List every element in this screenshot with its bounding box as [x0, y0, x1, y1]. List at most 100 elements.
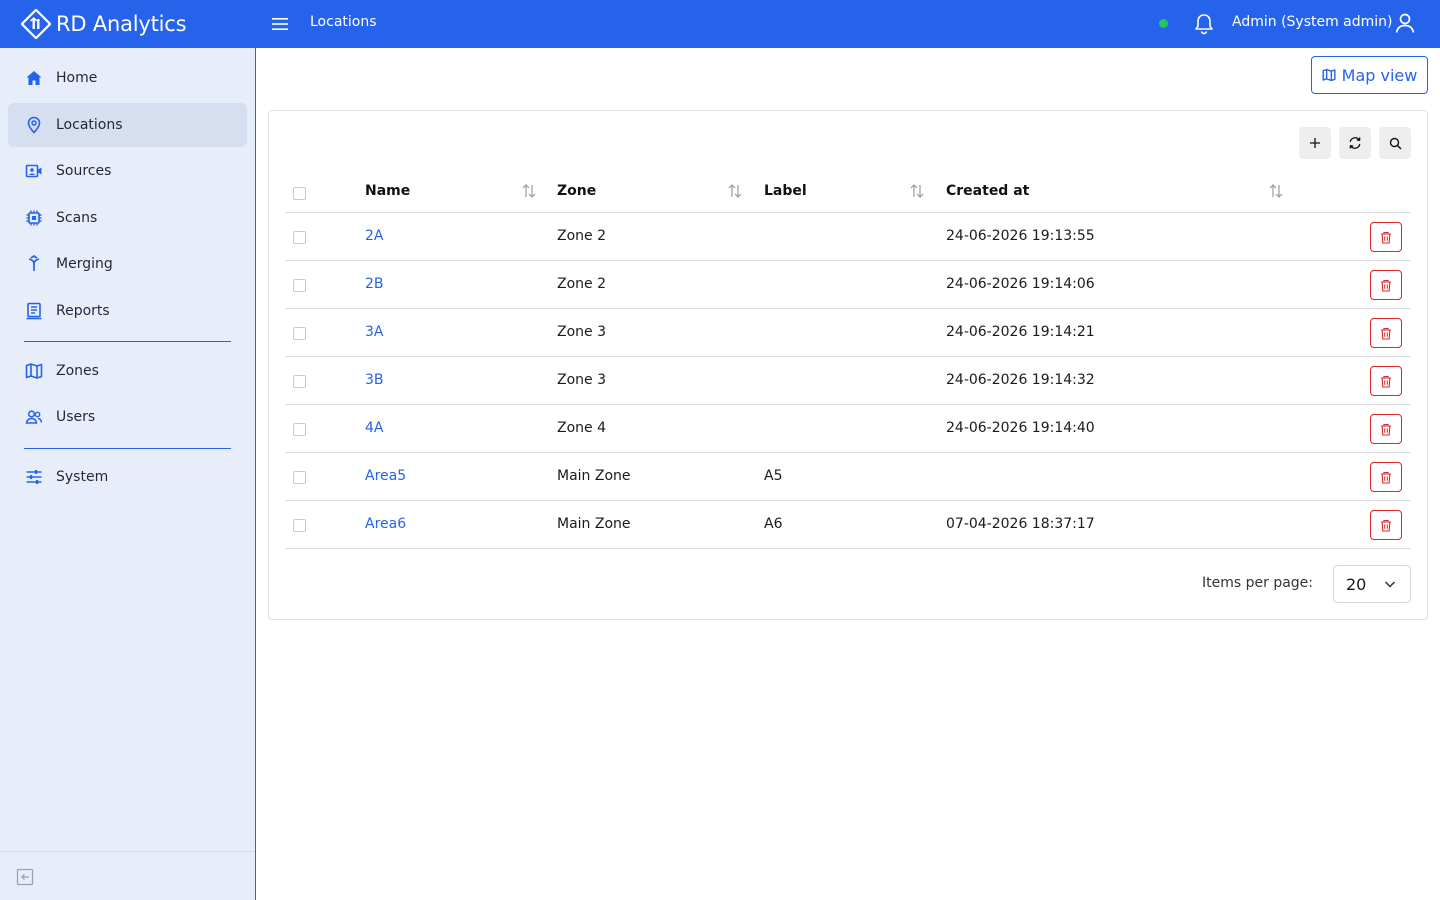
- created-at-cell: 24-06-2026 19:14:21: [946, 324, 1095, 340]
- location-name-link[interactable]: 3A: [365, 324, 383, 340]
- delete-button[interactable]: [1370, 318, 1402, 348]
- row-checkbox[interactable]: [293, 423, 306, 436]
- map-view-button[interactable]: Map view: [1311, 56, 1428, 94]
- sidebar-item-system[interactable]: System: [8, 455, 247, 499]
- sidebar-item-locations[interactable]: Locations: [8, 103, 247, 147]
- location-name-link[interactable]: 2B: [365, 276, 384, 292]
- created-at-cell: 07-04-2026 18:37:17: [946, 516, 1095, 532]
- sidebar-item-label: Home: [56, 70, 98, 86]
- sort-icon[interactable]: [908, 182, 926, 200]
- sidebar: Home Locations Sources Scans Merging Rep…: [0, 48, 256, 900]
- row-checkbox[interactable]: [293, 279, 306, 292]
- refresh-button[interactable]: [1339, 127, 1371, 159]
- column-header-name[interactable]: Name: [365, 183, 410, 199]
- zone-cell: Zone 4: [557, 420, 606, 436]
- sort-icon[interactable]: [726, 182, 744, 200]
- sidebar-item-label: Merging: [56, 256, 113, 272]
- table-row: 3A Zone 3 24-06-2026 19:14:21: [285, 309, 1411, 357]
- search-icon: [1389, 137, 1401, 149]
- zone-cell: Zone 2: [557, 228, 606, 244]
- delete-button[interactable]: [1370, 270, 1402, 300]
- row-checkbox[interactable]: [293, 231, 306, 244]
- sort-icon[interactable]: [1267, 182, 1285, 200]
- sidebar-item-label: System: [56, 469, 109, 485]
- created-at-cell: 24-06-2026 19:14:32: [946, 372, 1095, 388]
- user-icon[interactable]: [1393, 11, 1417, 35]
- zone-cell: Zone 2: [557, 276, 606, 292]
- report-icon: [24, 301, 44, 321]
- items-per-page-select[interactable]: 20: [1333, 565, 1411, 603]
- location-name-link[interactable]: Area6: [365, 516, 406, 532]
- row-checkbox[interactable]: [293, 471, 306, 484]
- chevron-down-icon: [1384, 581, 1396, 588]
- zone-cell: Zone 3: [557, 324, 606, 340]
- sidebar-item-sources[interactable]: Sources: [8, 149, 247, 193]
- add-button[interactable]: [1299, 127, 1331, 159]
- trash-icon: [1381, 231, 1391, 244]
- location-name-link[interactable]: Area5: [365, 468, 406, 484]
- bell-icon[interactable]: [1192, 11, 1216, 37]
- column-header-zone[interactable]: Zone: [557, 183, 596, 199]
- map-icon: [24, 361, 44, 381]
- map-pin-icon: [24, 115, 44, 135]
- column-header-created-at[interactable]: Created at: [946, 183, 1029, 199]
- search-button[interactable]: [1379, 127, 1411, 159]
- location-name-link[interactable]: 3B: [365, 372, 384, 388]
- created-at-cell: 24-06-2026 19:14:40: [946, 420, 1095, 436]
- created-at-cell: 24-06-2026 19:14:06: [946, 276, 1095, 292]
- merge-icon: [24, 254, 44, 274]
- camera-icon: [24, 161, 44, 181]
- delete-button[interactable]: [1370, 414, 1402, 444]
- location-name-link[interactable]: 4A: [365, 420, 383, 436]
- zone-cell: Zone 3: [557, 372, 606, 388]
- trash-icon: [1381, 375, 1391, 388]
- table-row: 2A Zone 2 24-06-2026 19:13:55: [285, 213, 1411, 261]
- sidebar-item-home[interactable]: Home: [8, 56, 247, 100]
- trash-icon: [1381, 471, 1391, 484]
- map-icon: [1322, 68, 1336, 82]
- items-per-page-label: Items per page:: [1202, 575, 1314, 591]
- sidebar-item-zones[interactable]: Zones: [8, 349, 247, 393]
- top-bar: RD Analytics Locations Admin (System adm…: [0, 0, 1440, 48]
- sidebar-item-merging[interactable]: Merging: [8, 242, 247, 286]
- plus-icon: [1310, 138, 1320, 148]
- row-checkbox[interactable]: [293, 327, 306, 340]
- trash-icon: [1381, 279, 1391, 292]
- row-checkbox[interactable]: [293, 375, 306, 388]
- sidebar-divider: [24, 341, 231, 342]
- delete-button[interactable]: [1370, 462, 1402, 492]
- location-name-link[interactable]: 2A: [365, 228, 383, 244]
- select-all-checkbox[interactable]: [293, 187, 306, 200]
- brand[interactable]: RD Analytics: [0, 0, 256, 48]
- collapse-sidebar-icon[interactable]: [16, 868, 34, 886]
- delete-button[interactable]: [1370, 510, 1402, 540]
- sidebar-divider: [24, 448, 231, 449]
- label-cell: A5: [764, 468, 783, 484]
- sliders-icon: [24, 467, 44, 487]
- sidebar-item-users[interactable]: Users: [8, 395, 247, 439]
- delete-button[interactable]: [1370, 366, 1402, 396]
- sidebar-item-label: Zones: [56, 363, 99, 379]
- delete-button[interactable]: [1370, 222, 1402, 252]
- app-name: RD Analytics: [56, 12, 187, 36]
- sidebar-item-reports[interactable]: Reports: [8, 289, 247, 333]
- label-cell: A6: [764, 516, 783, 532]
- table-row: Area6 Main Zone A6 07-04-2026 18:37:17: [285, 501, 1411, 549]
- zone-cell: Main Zone: [557, 516, 631, 532]
- page-title: Locations: [310, 14, 377, 30]
- table-row: 2B Zone 2 24-06-2026 19:14:06: [285, 261, 1411, 309]
- user-menu[interactable]: Admin (System admin): [1232, 14, 1393, 30]
- table-row: Area5 Main Zone A5: [285, 453, 1411, 501]
- column-header-label[interactable]: Label: [764, 183, 807, 199]
- sort-icon[interactable]: [520, 182, 538, 200]
- trash-icon: [1381, 519, 1391, 532]
- table-row: 4A Zone 4 24-06-2026 19:14:40: [285, 405, 1411, 453]
- row-checkbox[interactable]: [293, 519, 306, 532]
- home-icon: [24, 68, 44, 88]
- users-icon: [24, 407, 44, 427]
- status-indicator: [1159, 19, 1168, 28]
- sidebar-item-label: Reports: [56, 303, 110, 319]
- sidebar-item-scans[interactable]: Scans: [8, 196, 247, 240]
- menu-icon[interactable]: [268, 12, 292, 36]
- sidebar-footer: [0, 851, 255, 900]
